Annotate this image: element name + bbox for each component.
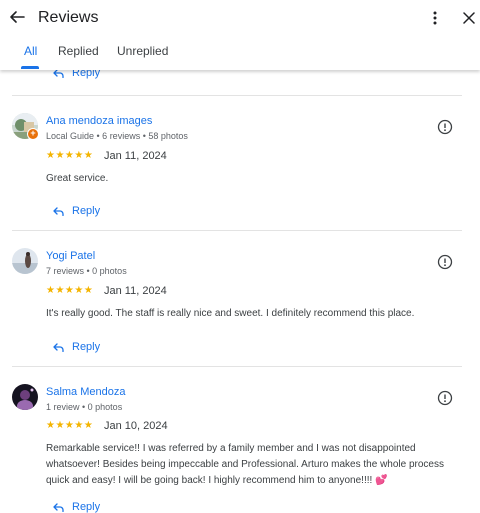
reply-icon xyxy=(53,502,64,512)
star-rating: ★★★★★ xyxy=(46,150,94,161)
active-tab-indicator xyxy=(21,66,39,69)
tab-replied[interactable]: Replied xyxy=(58,44,99,58)
close-icon xyxy=(463,12,475,24)
reply-button[interactable]: Reply xyxy=(53,70,100,79)
reply-label: Reply xyxy=(72,70,101,79)
reviewer-meta: 7 reviews • 0 photos xyxy=(46,266,127,276)
app-bar: Reviews All Replied Unreplied xyxy=(0,0,480,70)
tab-unreplied[interactable]: Unreplied xyxy=(117,44,168,58)
divider xyxy=(12,230,462,231)
star-rating: ★★★★★ xyxy=(46,420,94,431)
review-text: It's really good. The staff is really ni… xyxy=(46,308,415,319)
divider xyxy=(12,366,462,367)
alert-circle-icon xyxy=(437,390,453,406)
close-button[interactable] xyxy=(458,7,480,29)
reply-button[interactable]: Reply xyxy=(53,341,100,353)
reviewer-meta: 1 review • 0 photos xyxy=(46,402,123,412)
report-review-button[interactable] xyxy=(437,254,453,270)
reply-icon xyxy=(53,70,64,78)
reviewer-name[interactable]: Ana mendoza images xyxy=(46,115,152,127)
reply-button[interactable]: Reply xyxy=(53,205,100,217)
back-button[interactable] xyxy=(6,6,28,28)
review-text: Remarkable service!! I was referred by a… xyxy=(46,443,444,486)
reviewer-name[interactable]: Yogi Patel xyxy=(46,250,95,262)
reply-label: Reply xyxy=(72,501,101,513)
page-title: Reviews xyxy=(38,9,99,26)
report-review-button[interactable] xyxy=(437,119,453,135)
more-options-button[interactable] xyxy=(424,7,446,29)
reviewer-name[interactable]: Salma Mendoza xyxy=(46,386,126,398)
review-date: Jan 10, 2024 xyxy=(104,420,168,432)
alert-circle-icon xyxy=(437,119,453,135)
tab-all[interactable]: All xyxy=(24,44,37,58)
alert-circle-icon xyxy=(437,254,453,270)
avatar[interactable] xyxy=(12,384,38,410)
arrow-back-icon xyxy=(10,11,25,23)
reply-label: Reply xyxy=(72,205,101,217)
review-date: Jan 11, 2024 xyxy=(104,285,167,297)
review-date: Jan 11, 2024 xyxy=(104,150,167,162)
review-filter-tabs: All Replied Unreplied xyxy=(0,40,480,70)
profile-photo xyxy=(12,384,38,410)
profile-photo xyxy=(12,248,38,274)
star-rating: ★★★★★ xyxy=(46,285,94,296)
reply-label: Reply xyxy=(72,341,101,353)
local-guide-badge-icon: + xyxy=(27,128,39,140)
reply-icon xyxy=(53,206,64,216)
divider xyxy=(12,95,462,96)
avatar[interactable] xyxy=(12,248,38,274)
report-review-button[interactable] xyxy=(437,390,453,406)
more-vert-icon xyxy=(433,11,437,25)
reply-button[interactable]: Reply xyxy=(53,501,100,513)
review-text: Great service. xyxy=(46,173,109,184)
reviews-list[interactable]: Reply + Ana mendoza images Local Guide •… xyxy=(0,70,480,513)
reply-icon xyxy=(53,342,64,352)
reviewer-meta: Local Guide • 6 reviews • 58 photos xyxy=(46,131,188,141)
